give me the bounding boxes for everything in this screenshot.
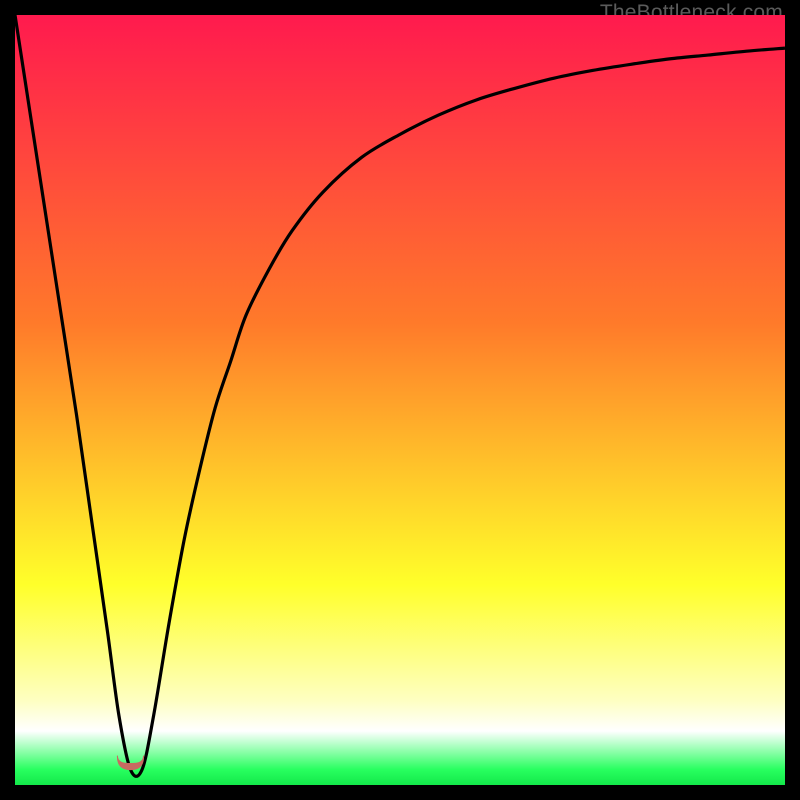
chart-frame: TheBottleneck.com	[15, 15, 785, 785]
gradient-background	[15, 15, 785, 785]
chart-svg	[15, 15, 785, 785]
